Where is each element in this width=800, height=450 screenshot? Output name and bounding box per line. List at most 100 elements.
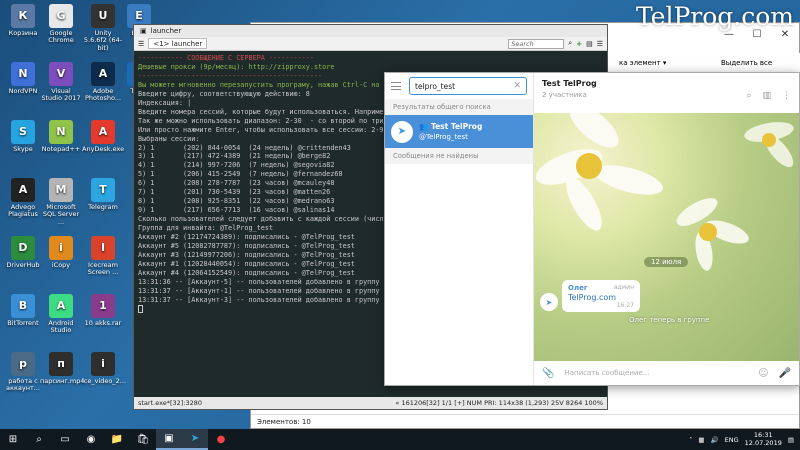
- task-view-icon[interactable]: ▭: [52, 429, 78, 450]
- sender-avatar[interactable]: ➤: [540, 293, 558, 311]
- volume-icon[interactable]: 🔊: [711, 436, 719, 444]
- desktop-icon[interactable]: A Android Studio: [40, 294, 82, 335]
- menu-icon[interactable]: ☰: [138, 40, 144, 48]
- desktop-icon[interactable]: п парсинг.mp4: [40, 352, 84, 385]
- desktop-icon-label: ice_video_2...: [82, 377, 126, 385]
- desktop-icon[interactable]: T Telegram: [82, 178, 124, 211]
- tray-chevron-icon[interactable]: ˄: [689, 436, 692, 444]
- desktop-icon[interactable]: S Skype: [2, 120, 44, 153]
- desktop-icon-label: Visual Studio 2017: [41, 87, 81, 103]
- start-button[interactable]: ⊞: [0, 429, 26, 450]
- desktop-icon-label: DriverHub: [6, 261, 40, 269]
- ribbon-item[interactable]: ка элемент ▾: [619, 59, 666, 67]
- group-icon: 👥: [419, 122, 431, 131]
- telegram-icon: T: [91, 178, 115, 202]
- telegram-search-input[interactable]: telpro_test ✕: [409, 77, 527, 95]
- settings-icon[interactable]: ☰: [597, 40, 603, 48]
- recorder-taskbar-icon[interactable]: ●: [208, 429, 234, 450]
- desktop-icon[interactable]: M Microsoft SQL Server ...: [40, 178, 82, 226]
- store-taskbar-icon[interactable]: 🛍: [130, 429, 156, 450]
- desktop-icon[interactable]: i iCopy: [40, 236, 82, 269]
- nordvpn-icon: N: [11, 62, 35, 86]
- clock-date: 12.07.2019: [744, 438, 782, 447]
- notifications-icon[interactable]: ▤: [788, 436, 794, 444]
- emoji-icon[interactable]: ☺: [758, 368, 768, 379]
- console-title: launcher: [150, 27, 182, 35]
- flower-petal: [592, 159, 666, 201]
- message-input[interactable]: Написать сообщение...: [564, 369, 748, 377]
- desktop-icon[interactable]: р работа с аккаунт...: [2, 352, 44, 393]
- message-role: админ: [613, 284, 634, 291]
- icecream-icon: I: [91, 236, 115, 260]
- chrome-icon: G: [49, 4, 73, 28]
- desktop-icon-label: iCopy: [51, 261, 71, 269]
- icopy-icon: i: [49, 236, 73, 260]
- result-handle: @TelProg_test: [419, 133, 468, 141]
- desktop-icon[interactable]: I Icecream Screen ...: [82, 236, 124, 277]
- telegram-search-value: telpro_test: [415, 81, 456, 91]
- sidebar-toggle-icon[interactable]: ▥: [762, 91, 771, 101]
- desktop-icon[interactable]: К Корзина: [2, 4, 44, 37]
- telegram-taskbar-icon[interactable]: ➤: [182, 429, 208, 450]
- chat-title: Test TelProg: [542, 79, 597, 88]
- explorer-taskbar-icon[interactable]: 📁: [104, 429, 130, 450]
- microphone-icon[interactable]: 🎤: [779, 368, 791, 379]
- telegram-logo-avatar: ➤: [391, 120, 413, 143]
- sql-server-icon: M: [49, 178, 73, 202]
- desktop-icon[interactable]: D DriverHub: [2, 236, 44, 269]
- console-toolbar: ☰ <1> launcher Search ⌕ + ▤ ☰: [134, 37, 607, 51]
- desktop-icon-label: Advego Plagiatus: [8, 203, 38, 219]
- result-name: 👥 Test TelProg: [419, 122, 483, 131]
- notepadpp-icon: N: [49, 120, 73, 144]
- desktop-icon[interactable]: A Advego Plagiatus: [2, 178, 44, 219]
- console-line: ----------- СООБЩЕНИЕ С СЕРВЕРА --------…: [138, 54, 314, 62]
- advego-icon: A: [11, 178, 35, 202]
- hamburger-menu-icon[interactable]: [391, 82, 401, 90]
- attach-icon[interactable]: 📎: [542, 368, 554, 379]
- more-options-icon[interactable]: ⋮: [782, 91, 791, 101]
- desktop-icon[interactable]: 1 10 akks.rar: [82, 294, 124, 327]
- desktop-icon-label: Telegram: [88, 203, 118, 211]
- global-search-header: Результаты общего поиска: [385, 99, 533, 115]
- chat-header[interactable]: Test TelProg 2 участника ⌕ ▥ ⋮: [534, 73, 799, 113]
- search-result-item[interactable]: ➤ 👥 Test TelProg @TelProg_test: [385, 115, 533, 148]
- flower-center: [762, 133, 776, 147]
- console-app-icon: ▣: [140, 27, 147, 35]
- console-taskbar-icon[interactable]: ▣: [156, 429, 182, 450]
- add-tab-icon[interactable]: +: [576, 40, 582, 48]
- desktop-icon-label: Microsoft SQL Server ...: [42, 203, 80, 226]
- skype-icon: S: [11, 120, 35, 144]
- search-icon[interactable]: ⌕: [26, 429, 52, 450]
- console-tab[interactable]: <1> launcher: [148, 38, 208, 49]
- desktop-icon-label: 10 akks.rar: [84, 319, 122, 327]
- system-message: Олег теперь в группе: [629, 316, 710, 324]
- network-icon[interactable]: ▦: [698, 436, 704, 444]
- message-time: 16:27: [616, 302, 634, 309]
- desktop-icon[interactable]: i ice_video_2...: [82, 352, 126, 385]
- telegram-window[interactable]: telpro_test ✕ Результаты общего поиска ➤…: [384, 72, 800, 386]
- date-separator: 12 июля: [644, 257, 689, 267]
- messages-search-header: Сообщения не найдены: [385, 148, 533, 164]
- desktop-icon[interactable]: A AnyDesk.exe: [82, 120, 124, 153]
- desktop-icon-label: AnyDesk.exe: [82, 145, 125, 153]
- select-all-button[interactable]: Выделить все: [721, 59, 772, 67]
- desktop-icon[interactable]: B BitTorrent: [2, 294, 44, 327]
- anydesk-icon: A: [91, 120, 115, 144]
- chrome-taskbar-icon[interactable]: ◉: [78, 429, 104, 450]
- desktop-icon[interactable]: N NordVPN: [2, 62, 44, 95]
- console-titlebar[interactable]: ▣ launcher: [134, 25, 607, 37]
- bittorrent-icon: B: [11, 294, 35, 318]
- desktop-icon[interactable]: G Google Chrome: [40, 4, 82, 45]
- clear-search-icon[interactable]: ✕: [513, 81, 521, 91]
- clock[interactable]: 16:31 12.07.2019: [744, 431, 782, 447]
- desktop-icon[interactable]: V Visual Studio 2017: [40, 62, 82, 103]
- search-icon[interactable]: ⌕: [568, 39, 572, 48]
- photoshop-icon: A: [91, 62, 115, 86]
- console-search-input[interactable]: Search: [508, 38, 565, 49]
- message-bubble[interactable]: Олег админ TelProg.com 16:27: [562, 280, 640, 312]
- language-indicator[interactable]: ENG: [725, 436, 739, 444]
- split-icon[interactable]: ▤: [586, 40, 593, 48]
- message-text[interactable]: TelProg.com: [568, 293, 634, 302]
- chat-search-icon[interactable]: ⌕: [746, 91, 751, 101]
- desktop-icon[interactable]: N Notepad++: [40, 120, 82, 153]
